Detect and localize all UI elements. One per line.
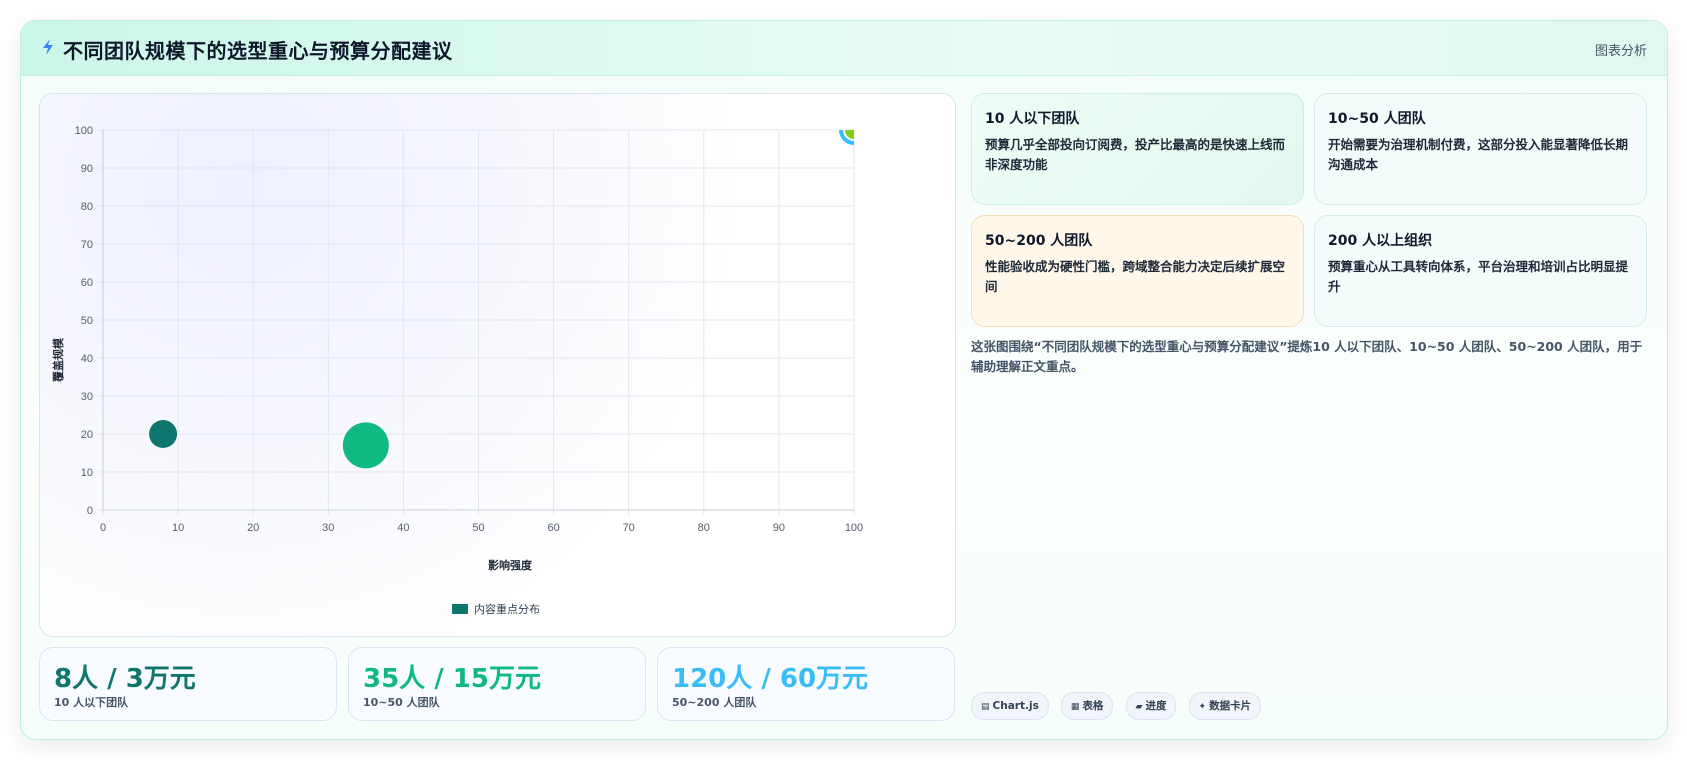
stat-card-1: 8人 / 3万元 10 人以下团队 <box>39 647 337 721</box>
x-tick-label: 80 <box>698 522 710 534</box>
info-card-desc: 开始需要为治理机制付费，这部分投入能显著降低长期沟通成本 <box>1328 137 1629 172</box>
stat-label: 10 人以下团队 <box>54 696 129 709</box>
info-card-desc: 预算几乎全部投向订阅费，投产比最高的是快速上线而非深度功能 <box>985 137 1286 172</box>
stat-card-3: 120人 / 60万元 50~200 人团队 <box>657 647 955 721</box>
info-card-desc: 预算重心从工具转向体系，平台治理和培训占比明显提升 <box>1328 259 1629 294</box>
x-tick-label: 90 <box>773 522 785 534</box>
chart-description: 这张图围绕“不同团队规模下的选型重心与预算分配建议”提炼10 人以下团队、10~… <box>971 339 1643 374</box>
bubble-chart: 0 10 20 30 40 50 60 70 80 90 100 0 10 20 30 40 50 60 70 80 9… <box>51 121 863 616</box>
info-card-medium-team: 10~50 人团队 开始需要为治理机制付费，这部分投入能显著降低长期沟通成本 <box>1314 93 1647 205</box>
chart-card: 0 10 20 30 40 50 60 70 80 90 100 0 10 20 30 40 50 60 70 80 9… <box>39 93 956 637</box>
lightning-icon <box>43 39 53 55</box>
info-card-small-team: 10 人以下团队 预算几乎全部投向订阅费，投产比最高的是快速上线而非深度功能 <box>971 93 1304 205</box>
progress-icon: ▰ <box>1135 702 1143 712</box>
info-card-title: 10 人以下团队 <box>985 111 1080 127</box>
legend-label[interactable]: 内容重点分布 <box>474 602 540 616</box>
stat-label: 50~200 人团队 <box>672 696 757 709</box>
chip-progress[interactable]: ▰ 进度 <box>1125 692 1177 720</box>
stat-value: 35人 / 15万元 <box>363 664 541 694</box>
chart-panel: 不同团队规模下的选型重心与预算分配建议 图表分析 0 10 20 30 40 50 60 70… <box>20 20 1668 740</box>
card-icon: ✦ <box>1198 702 1207 712</box>
y-tick-label: 50 <box>81 315 93 327</box>
bubble-point[interactable] <box>149 420 178 448</box>
y-tick-label: 100 <box>75 125 93 137</box>
bubble-point[interactable] <box>845 121 863 139</box>
info-card-title: 50~200 人团队 <box>985 233 1093 249</box>
y-tick-label: 60 <box>81 277 93 289</box>
x-tick-label: 20 <box>247 522 259 534</box>
chip-chartjs[interactable]: ▤ Chart.js <box>971 692 1049 720</box>
panel-header: 不同团队规模下的选型重心与预算分配建议 图表分析 <box>21 21 1667 76</box>
stat-value: 120人 / 60万元 <box>672 664 869 694</box>
info-card-large-team: 50~200 人团队 性能验收成为硬性门槛，跨域整合能力决定后续扩展空间 <box>971 215 1304 327</box>
tool-chips: ▤ Chart.js ▦ 表格 ▰ 进度 ✦ 数据卡片 <box>971 692 1268 720</box>
bubble-point[interactable] <box>342 422 389 469</box>
x-tick-label: 60 <box>547 522 559 534</box>
info-card-title: 200 人以上组织 <box>1328 233 1433 249</box>
y-tick-label: 20 <box>81 429 93 441</box>
y-tick-label: 80 <box>81 201 93 213</box>
y-tick-label: 40 <box>81 353 93 365</box>
x-tick-label: 30 <box>322 522 334 534</box>
y-tick-label: 70 <box>81 239 93 251</box>
y-tick-label: 10 <box>81 467 93 479</box>
chip-table[interactable]: ▦ 表格 <box>1060 692 1114 720</box>
x-tick-label: 100 <box>845 522 863 534</box>
x-tick-label: 0 <box>100 522 106 534</box>
page-title: 不同团队规模下的选型重心与预算分配建议 <box>63 39 453 63</box>
table-icon: ▦ <box>1070 702 1080 712</box>
chart-analysis-tag: 图表分析 <box>1594 44 1647 59</box>
chart-icon: ▤ <box>981 702 990 712</box>
info-card-title: 10~50 人团队 <box>1328 111 1426 127</box>
legend-swatch[interactable] <box>452 604 468 614</box>
y-tick-label: 0 <box>87 505 93 517</box>
info-card-enterprise: 200 人以上组织 预算重心从工具转向体系，平台治理和培训占比明显提升 <box>1314 215 1647 327</box>
x-tick-label: 10 <box>172 522 184 534</box>
x-tick-label: 70 <box>623 522 635 534</box>
info-card-desc: 性能验收成为硬性门槛，跨域整合能力决定后续扩展空间 <box>985 259 1286 294</box>
y-tick-label: 90 <box>81 163 93 175</box>
y-axis-title: 覆盖规模 <box>51 337 65 382</box>
chip-data-card[interactable]: ✦ 数据卡片 <box>1188 692 1262 720</box>
stat-value: 8人 / 3万元 <box>54 664 196 694</box>
stat-card-2: 35人 / 15万元 10~50 人团队 <box>348 647 646 721</box>
stat-label: 10~50 人团队 <box>363 696 440 709</box>
x-tick-label: 40 <box>397 522 409 534</box>
y-tick-label: 30 <box>81 391 93 403</box>
x-tick-label: 50 <box>472 522 484 534</box>
x-axis-title: 影响强度 <box>488 558 533 572</box>
